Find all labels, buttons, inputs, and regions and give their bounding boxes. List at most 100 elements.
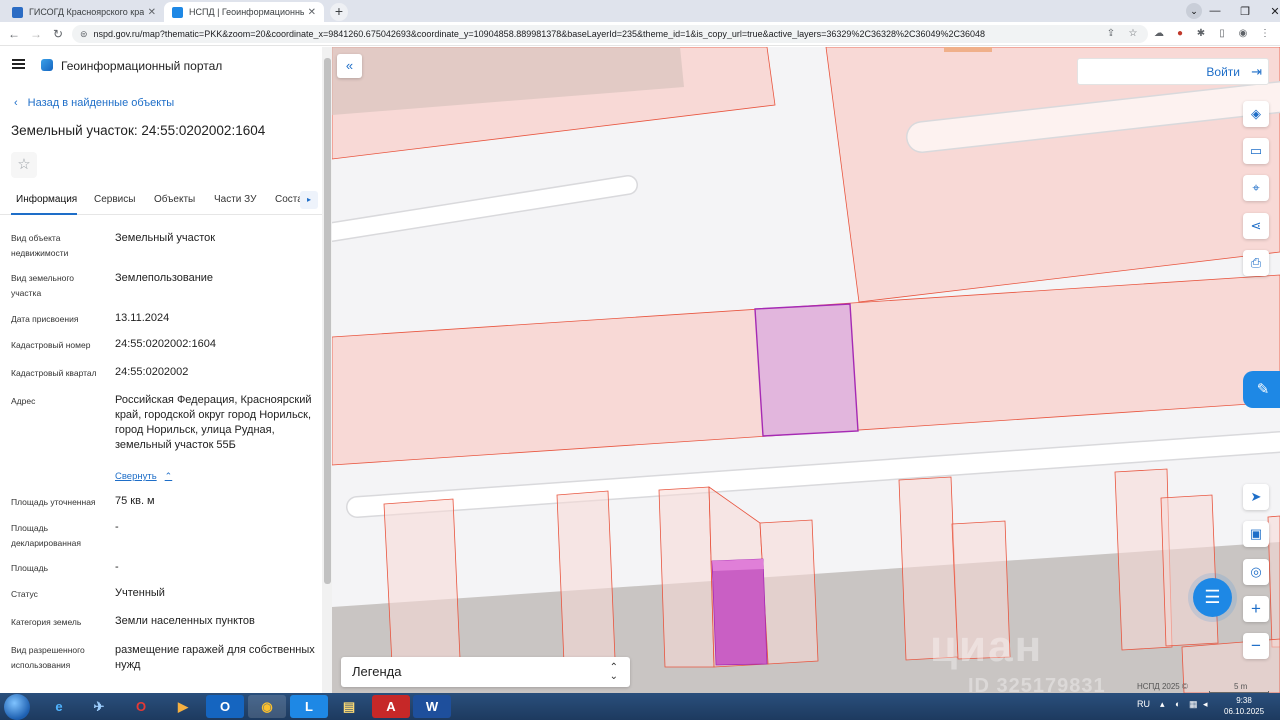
acrobat-icon[interactable]: A xyxy=(372,695,410,718)
extension-cloud-icon[interactable]: ☁ xyxy=(1152,27,1166,41)
outlook-icon[interactable]: O xyxy=(206,695,244,718)
tab-info[interactable]: Информация xyxy=(16,194,77,205)
chat-icon[interactable]: ☰ xyxy=(1193,578,1232,617)
property-value: - xyxy=(115,561,119,573)
reload-icon[interactable]: ↻ xyxy=(50,26,66,42)
volume-icon[interactable]: ◂ xyxy=(1203,699,1208,710)
side-panel-icon[interactable]: ▯ xyxy=(1215,27,1229,41)
chevron-updown-icon: ⌃ ⌄ xyxy=(609,662,618,682)
minimap-icon[interactable]: ▣ xyxy=(1243,521,1269,547)
bookmark-star-icon[interactable]: ☆ xyxy=(1126,27,1140,41)
network-icon[interactable]: ▦ xyxy=(1189,699,1198,710)
collapse-panel-icon[interactable]: « xyxy=(337,54,362,78)
object-title: Земельный участок: 24:55:0202002:1604 xyxy=(11,123,266,138)
layers-icon[interactable]: ◈ xyxy=(1243,101,1269,127)
close-icon[interactable]: ✕ xyxy=(308,7,316,18)
garage-parcel[interactable] xyxy=(556,490,616,664)
browser-tab-gisogd[interactable]: ГИСОГД Красноярского края ✕ xyxy=(4,2,164,22)
garage-parcel[interactable] xyxy=(759,519,819,665)
extension-avatar-icon[interactable]: ● xyxy=(1173,27,1187,41)
tab-services[interactable]: Сервисы xyxy=(94,194,135,205)
feedback-tab-icon[interactable]: ✎ xyxy=(1243,371,1280,408)
portal-logo-icon xyxy=(41,59,53,71)
area-select-icon[interactable]: ⌖ xyxy=(1243,175,1269,201)
property-value: Земли населенных пунктов xyxy=(115,615,255,627)
clock-time: 9:38 xyxy=(1236,696,1252,705)
extensions-puzzle-icon[interactable]: ✱ xyxy=(1194,27,1208,41)
address-bar[interactable]: ⊜ nspd.gov.ru/map?thematic=PKK&zoom=20&c… xyxy=(72,25,1148,43)
site-info-icon[interactable]: ⊜ xyxy=(80,29,88,40)
property-label: Категория земель xyxy=(11,617,82,627)
language-indicator[interactable]: RU xyxy=(1137,699,1150,709)
tabs-scroll-right-icon[interactable]: ▸ xyxy=(300,191,318,209)
tray-arrow-icon[interactable]: ▴ xyxy=(1160,699,1165,710)
property-value: Землепользование xyxy=(115,272,214,284)
taskbar-clock[interactable]: 9:38 06.10.2025 xyxy=(1224,695,1264,717)
tab-objects[interactable]: Объекты xyxy=(154,194,195,205)
search-location-icon[interactable]: ◎ xyxy=(1243,559,1269,585)
menu-icon[interactable] xyxy=(12,59,25,69)
opera-icon[interactable]: O xyxy=(122,695,160,718)
clock-date: 06.10.2025 xyxy=(1224,707,1265,716)
watermark-id: ID 325179831 xyxy=(968,675,1106,693)
cadastral-map[interactable]: циан ID 325179831 xyxy=(332,47,1280,693)
map-copyright: НСПД 2025 © xyxy=(1137,682,1188,691)
ruler-icon[interactable]: ▭ xyxy=(1243,138,1269,164)
map-canvas xyxy=(332,47,1280,693)
parcel-polygon[interactable] xyxy=(825,47,1280,303)
login-button[interactable]: Войти ⇥ xyxy=(1077,58,1269,85)
collapse-address-link[interactable]: Свернуть ⌃ xyxy=(115,471,172,482)
panel-scrollbar-thumb[interactable] xyxy=(324,58,331,584)
property-value: 75 кв. м xyxy=(115,495,155,507)
browser-tab-nspd[interactable]: НСПД | Геоинформационный п... ✕ xyxy=(164,2,324,22)
property-value: 13.11.2024 xyxy=(115,312,170,324)
back-to-results-link[interactable]: ‹ Назад в найденные объекты xyxy=(14,97,174,109)
address-value: Российская Федерация, Красноярский край,… xyxy=(115,394,312,451)
start-button-icon[interactable] xyxy=(4,694,30,720)
garage-parcel[interactable] xyxy=(658,486,715,668)
media-player-icon[interactable]: ▶ xyxy=(164,695,202,718)
close-window-icon[interactable]: ✕ xyxy=(1260,5,1280,18)
portal-title: Геоинформационный портал xyxy=(61,59,223,73)
new-tab-icon[interactable]: + xyxy=(330,3,348,21)
back-arrow-icon[interactable]: ← xyxy=(6,26,22,42)
zoom-in-icon[interactable]: + xyxy=(1243,596,1269,622)
property-label: Вид земельного участка xyxy=(11,273,75,298)
app-bird-icon[interactable]: ✈ xyxy=(80,695,118,718)
zoom-out-icon[interactable]: − xyxy=(1243,633,1269,659)
selected-parcel-building[interactable] xyxy=(711,558,768,666)
tab-title: ГИСОГД Красноярского края xyxy=(29,7,144,17)
selected-parcel[interactable] xyxy=(754,303,859,437)
property-label: Площадь декларированная xyxy=(11,523,81,548)
legend-dropdown[interactable]: Легенда ⌃ ⌄ xyxy=(341,657,630,687)
word-icon[interactable]: W xyxy=(413,695,451,718)
file-explorer-icon[interactable]: ▤ xyxy=(330,695,368,718)
favorite-star-icon[interactable]: ☆ xyxy=(11,152,37,178)
chrome-icon[interactable]: ◉ xyxy=(248,695,286,718)
lync-icon[interactable]: L xyxy=(290,695,328,718)
minimize-icon[interactable]: — xyxy=(1200,5,1230,17)
window-controls: — ❐ ✕ xyxy=(1200,0,1280,22)
geolocation-icon[interactable]: ➤ xyxy=(1243,484,1269,510)
share-icon[interactable]: ⇪ xyxy=(1104,27,1118,41)
menu-dots-icon[interactable]: ⋮ xyxy=(1258,27,1272,41)
tab-title: НСПД | Геоинформационный п... xyxy=(189,7,304,17)
road xyxy=(332,176,637,241)
maximize-icon[interactable]: ❐ xyxy=(1230,5,1260,18)
collapse-label: Свернуть xyxy=(115,471,157,482)
internet-explorer-icon[interactable]: e xyxy=(40,695,78,718)
property-label: Адрес xyxy=(11,396,36,406)
property-value: 24:55:0202002 xyxy=(115,366,189,378)
profile-icon[interactable]: ◉ xyxy=(1236,27,1250,41)
close-icon[interactable]: ✕ xyxy=(148,7,156,18)
share-map-icon[interactable]: ⋖ xyxy=(1243,213,1269,239)
chevron-left-icon: ‹ xyxy=(14,97,18,109)
back-link-label: Назад в найденные объекты xyxy=(27,97,175,109)
garage-parcel[interactable] xyxy=(383,498,461,665)
print-icon[interactable]: ⎙ xyxy=(1243,250,1269,276)
tab-parts[interactable]: Части ЗУ xyxy=(214,194,256,205)
forward-arrow-icon[interactable]: → xyxy=(28,26,44,42)
tray-app-icon[interactable]: ◐ xyxy=(1175,699,1180,709)
garage-parcel[interactable] xyxy=(1160,494,1219,647)
tab-composition[interactable]: Соста... xyxy=(275,194,301,205)
